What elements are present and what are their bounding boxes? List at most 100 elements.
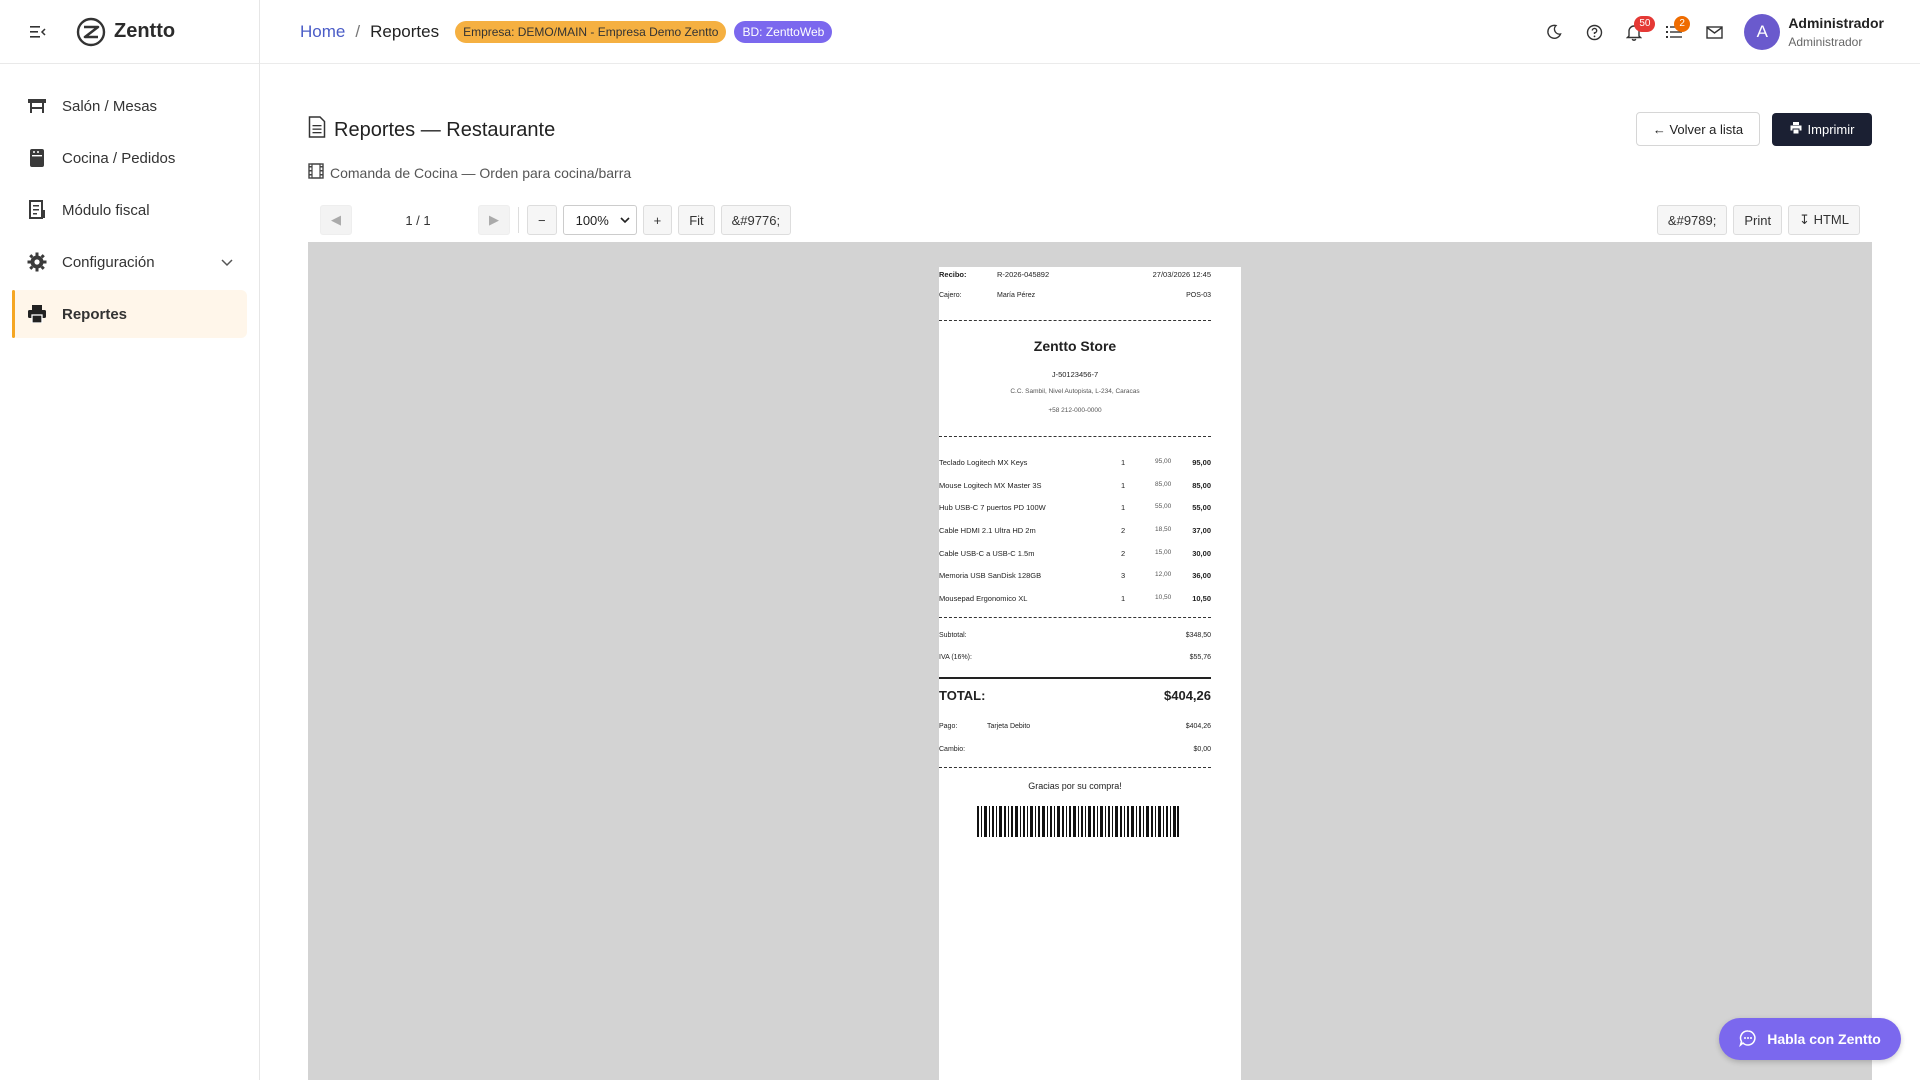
sidebar-item-reportes[interactable]: Reportes	[12, 290, 247, 338]
breadcrumb: Home / Reportes Empresa: DEMO/MAIN - Emp…	[300, 20, 833, 43]
chat-bubble-icon	[1739, 1029, 1757, 1050]
prev-page-button[interactable]: ◀	[320, 205, 352, 235]
item-total: 36,00	[1192, 571, 1211, 580]
sidebar-item-configuracion[interactable]: Configuración	[12, 238, 247, 286]
brand-name: Zentto	[114, 20, 176, 42]
pos-id: POS-03	[1186, 292, 1211, 299]
print-button-label: Imprimir	[1807, 122, 1855, 137]
item-price: 85,00	[1155, 481, 1172, 488]
brand[interactable]: Zentto	[76, 17, 175, 47]
item-price: 15,00	[1155, 549, 1172, 556]
thanks-message: Gracias por su compra!	[1028, 781, 1122, 791]
tasks-button[interactable]: 2	[1654, 12, 1694, 52]
receipt-item-row: Cable HDMI 2.1 Ultra HD 2m 2 18,50 37,00	[939, 526, 1211, 538]
user-role: Administrador	[1788, 35, 1863, 49]
table-icon	[26, 95, 48, 117]
empresa-badge[interactable]: Empresa: DEMO/MAIN - Empresa Demo Zentto	[455, 20, 727, 43]
pago-row: Pago: Tarjeta Debito $404,26	[939, 723, 1211, 730]
iva-label: IVA (16%):	[939, 654, 972, 661]
notifications-button[interactable]: 50	[1614, 12, 1656, 52]
database-badge[interactable]: BD: ZenttoWeb	[734, 20, 833, 43]
messages-button[interactable]	[1694, 12, 1734, 52]
moon-entity-button[interactable]: &#9789;	[1656, 205, 1728, 235]
pago-label: Pago:	[939, 723, 958, 730]
iva-value: $55,76	[1189, 654, 1211, 661]
subtotal-row: Subtotal: $348,50	[939, 632, 1211, 639]
item-total: 55,00	[1192, 503, 1211, 512]
sidebar-item-salon[interactable]: Salón / Mesas	[12, 82, 247, 130]
item-name: Memoria USB SanDisk 128GB	[939, 571, 1042, 580]
breadcrumb-home-link[interactable]: Home	[300, 22, 345, 42]
zoom-in-button[interactable]: +	[642, 205, 673, 235]
download-html-button[interactable]: ↧ HTML	[1788, 205, 1860, 235]
sidebar-item-label: Configuración	[62, 253, 155, 271]
app-root: Zentto Salón / Mesas Cocina / Pedidos Mó…	[0, 0, 1920, 1080]
toolbar-divider	[518, 207, 519, 233]
item-name: Cable HDMI 2.1 Ultra HD 2m	[939, 526, 1036, 535]
store-address: C.C. Sambil, Nivel Autopista, L-234, Car…	[1010, 388, 1140, 395]
receipt-icon	[26, 199, 48, 221]
user-menu[interactable]: Administrador Administrador	[1788, 15, 1884, 49]
item-qty: 3	[1121, 571, 1126, 580]
cajero-label: Cajero:	[939, 292, 962, 299]
avatar[interactable]: A	[1744, 14, 1781, 50]
cambio-value: $0,00	[1193, 746, 1211, 753]
receipt-item-row: Mouse Logitech MX Master 3S 1 85,00 85,0…	[939, 481, 1211, 493]
total-label: TOTAL:	[939, 688, 986, 703]
film-icon	[308, 163, 324, 182]
receipt-total-divider	[939, 677, 1211, 679]
store-name: Zentto Store	[1033, 338, 1117, 354]
fit-button[interactable]: Fit	[678, 205, 715, 235]
sidebar-header: Zentto	[0, 0, 259, 64]
item-qty: 1	[1121, 481, 1126, 490]
mail-icon	[1706, 25, 1723, 39]
chevron-down-icon	[620, 216, 630, 223]
print-button[interactable]: Imprimir	[1772, 113, 1872, 146]
dark-mode-toggle[interactable]	[1534, 12, 1574, 52]
iva-row: IVA (16%): $55,76	[939, 654, 1211, 661]
report-subtitle-text: Comanda de Cocina — Orden para cocina/ba…	[330, 164, 632, 181]
tasks-count-badge: 2	[1674, 16, 1690, 32]
collapse-menu-icon[interactable]	[28, 22, 48, 42]
sidebar-item-label: Salón / Mesas	[62, 97, 158, 115]
back-to-list-button[interactable]: ← Volver a lista	[1636, 112, 1760, 146]
item-qty: 2	[1121, 549, 1126, 558]
pago-value: $404,26	[1185, 723, 1211, 730]
sidebar-item-fiscal[interactable]: Módulo fiscal	[12, 186, 247, 234]
menu-entity-button[interactable]: &#9776;	[720, 205, 792, 235]
receipt-divider	[939, 767, 1211, 768]
sidebar-item-label: Reportes	[62, 305, 128, 323]
report-subtitle: Comanda de Cocina — Orden para cocina/ba…	[308, 163, 631, 182]
sidebar-item-cocina[interactable]: Cocina / Pedidos	[12, 134, 247, 182]
item-name: Mouse Logitech MX Master 3S	[939, 481, 1042, 490]
moon-icon	[1547, 24, 1562, 39]
receipt-header-row-1: Recibo: R-2026-045892 27/03/2026 12:45	[939, 270, 1211, 279]
item-price: 95,00	[1155, 458, 1172, 465]
recibo-number: R-2026-045892	[997, 270, 1050, 279]
viewer-toolbar: ◀ 1 / 1 ▶ − 100% + Fit &#9776; &#9789; P…	[308, 198, 1872, 242]
viewer-print-button[interactable]: Print	[1733, 205, 1783, 235]
receipt-item-row: Hub USB-C 7 puertos PD 100W 1 55,00 55,0…	[939, 503, 1211, 515]
chat-with-zentto-button[interactable]: Habla con Zentto	[1719, 1018, 1901, 1060]
sidebar-nav: Salón / Mesas Cocina / Pedidos Módulo fi…	[0, 64, 259, 338]
cajero-name: María Pérez	[997, 292, 1036, 299]
item-qty: 2	[1121, 526, 1126, 535]
receipt-content: Recibo: R-2026-045892 27/03/2026 12:45 C…	[939, 267, 1211, 1080]
item-total: 10,50	[1192, 594, 1211, 603]
item-name: Hub USB-C 7 puertos PD 100W	[939, 503, 1046, 512]
cambio-label: Cambio:	[939, 746, 966, 753]
breadcrumb-current: Reportes	[370, 21, 440, 41]
viewer-toolbar-right: &#9789; Print ↧ HTML	[1651, 205, 1860, 235]
recibo-label: Recibo:	[939, 270, 967, 279]
subtotal-value: $348,50	[1185, 632, 1211, 639]
sidebar-item-label: Cocina / Pedidos	[62, 149, 176, 167]
item-total: 30,00	[1192, 549, 1211, 558]
help-button[interactable]	[1574, 12, 1614, 52]
topbar-actions: 50 2 A Administrador Administrador	[1534, 0, 1884, 64]
next-page-button[interactable]: ▶	[478, 205, 510, 235]
item-name: Teclado Logitech MX Keys	[939, 458, 1028, 467]
zoom-select[interactable]: 100%	[562, 205, 637, 235]
pago-method: Tarjeta Debito	[987, 723, 1031, 730]
viewer-canvas[interactable]: Recibo: R-2026-045892 27/03/2026 12:45 C…	[308, 242, 1872, 1080]
zoom-out-button[interactable]: −	[527, 205, 557, 235]
